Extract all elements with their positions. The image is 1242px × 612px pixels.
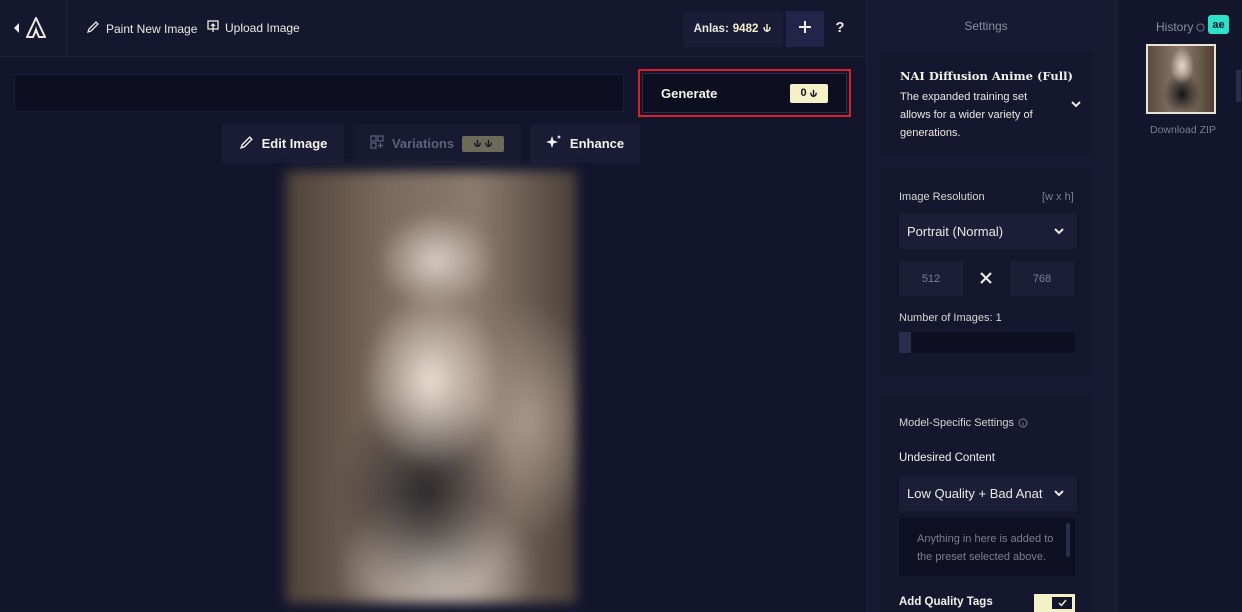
settings-title: Settings [964,19,1008,33]
buy-anlas-button[interactable] [786,11,824,47]
variations-icon [370,135,384,152]
resolution-hint: [w x h] [1042,191,1074,203]
generate-button[interactable]: Generate 0 [642,73,847,113]
resolution-select[interactable]: Portrait (Normal) [899,213,1077,249]
anlas-value: 9482 [732,23,759,35]
edit-image-button[interactable]: Edit Image [222,124,344,163]
anlas-icon [762,23,772,36]
history-thumbnail[interactable] [1146,44,1216,114]
number-of-images-label: Number of Images: 1 [899,312,1002,324]
variations-button[interactable]: Variations [353,124,521,163]
anlas-icon [474,139,481,148]
generate-label: Generate [661,85,718,101]
enhance-button[interactable]: Enhance [530,124,640,163]
anlas-balance: Anlas: 9482 [683,11,783,47]
width-input[interactable]: 512 [899,261,963,296]
model-specific-settings-label: Model-Specific Settings [899,417,1028,429]
image-resolution-label: Image Resolution [899,191,985,203]
variations-cost-badge [462,135,505,152]
model-name: NAI Diffusion Anime (Full) [900,69,1073,83]
novelai-logo-icon[interactable] [25,15,47,39]
number-of-images-text: Number of Images: [899,312,993,324]
topbar-divider [66,0,67,57]
slider-thumb[interactable] [899,332,911,353]
chevron-down-icon[interactable] [1070,97,1082,115]
plus-icon [798,20,812,39]
back-arrow-icon[interactable] [12,20,22,36]
undesired-content-label: Undesired Content [899,452,995,464]
help-button[interactable]: ? [832,17,848,39]
undesired-content-selected: Low Quality + Bad Anatomy [907,485,1043,501]
variations-label: Variations [391,136,455,151]
height-input[interactable]: 768 [1010,261,1074,296]
generate-cost-value: 0 [800,87,807,99]
paint-new-image-button[interactable]: Paint New Image [86,20,197,37]
info-icon [1196,22,1205,32]
undesired-content-textarea[interactable]: Anything in here is added to the preset … [899,518,1075,576]
chevron-down-icon [1054,228,1064,235]
info-icon [1018,418,1028,428]
anlas-icon [809,89,817,97]
undesired-content-select[interactable]: Low Quality + Bad Anatomy [899,475,1077,511]
download-zip-link[interactable]: Download ZIP [1150,124,1216,136]
model-specific-settings-text: Model-Specific Settings [899,417,1014,429]
extension-badge[interactable]: ae [1208,15,1229,34]
paint-new-image-label: Paint New Image [106,21,198,36]
add-quality-tags-label: Add Quality Tags [899,596,993,608]
pencil-icon [239,135,254,153]
sparkle-icon [545,134,562,153]
generate-cost-badge: 0 [790,83,828,103]
pencil-icon [86,20,100,37]
history-title-text: History [1156,20,1194,34]
prompt-input[interactable] [14,74,624,112]
model-description: The expanded training set allows for a w… [900,91,1033,139]
edit-image-label: Edit Image [261,136,328,151]
checkmark-icon[interactable] [1052,597,1072,609]
chevron-down-icon [1054,490,1064,497]
history-title: History [1156,20,1205,34]
upload-image-label: Upload Image [225,21,300,35]
times-icon [978,270,994,291]
generated-image-preview[interactable] [286,171,577,603]
number-of-images-slider[interactable] [899,332,1075,353]
textarea-scrollbar[interactable] [1066,523,1070,557]
enhance-label: Enhance [569,136,625,151]
upload-icon [207,20,219,36]
upload-image-button[interactable]: Upload Image [207,20,300,36]
anlas-label: Anlas: [693,23,729,35]
resolution-selected: Portrait (Normal) [907,223,1004,239]
history-scrollbar[interactable] [1236,70,1241,102]
anlas-icon [485,139,492,148]
number-of-images-value: 1 [995,312,1002,324]
